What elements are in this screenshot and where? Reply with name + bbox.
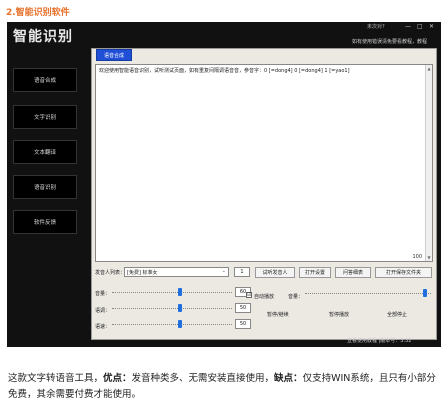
speed-value-field[interactable]: 50 <box>235 319 251 329</box>
article-heading: 2.智能识别软件 <box>6 8 70 18</box>
speed-slider[interactable] <box>112 319 232 329</box>
tutorial-button[interactable]: 问答细表 <box>335 267 371 278</box>
playback-volume-slider[interactable] <box>305 288 431 298</box>
speaker-select-value: [免费] 标准女 <box>127 270 158 276</box>
app-window: 智能识别 未次对? — □ ✕ 如有使用错误清免要看教程，教程 语音合成 文字识… <box>7 22 441 347</box>
pause-resume-button[interactable]: 暂停/继续 <box>267 311 289 318</box>
stop-all-button[interactable]: 全部停止 <box>387 311 407 318</box>
pause-playback-button[interactable]: 暂停播放 <box>329 311 349 318</box>
minimize-icon[interactable]: — <box>405 23 411 31</box>
text-input-area[interactable]: 欢迎使用智能语音识别，试听测试页面，如有重复间隔调语音音，参音字：0 [=don… <box>95 64 433 262</box>
app-title: 智能识别 <box>13 29 73 45</box>
open-settings-button[interactable]: 打开设置 <box>299 267 331 278</box>
speaker-count-field[interactable]: 1 <box>234 267 250 277</box>
pitch-value-field[interactable]: 50 <box>235 303 251 313</box>
pros-label: 优点： <box>103 373 132 384</box>
sidebar-item-speech-recognition[interactable]: 语音识别 <box>13 175 77 199</box>
speaker-list-label: 发音人列表： <box>95 270 126 276</box>
help-notice[interactable]: 如有使用错误清免要看教程，教程 <box>352 38 427 45</box>
tab-speech-synthesis[interactable]: 语音合成 <box>96 49 132 61</box>
speed-label: 语速： <box>95 324 111 330</box>
open-save-folder-button[interactable]: 打开保存文件夹 <box>375 267 432 278</box>
pitch-slider-thumb[interactable] <box>178 304 182 312</box>
volume-label: 音量： <box>95 291 111 297</box>
footer-version[interactable]: 查看使用教程 |版本号：3.32 <box>347 337 411 344</box>
auto-play-checkbox[interactable]: ☑ <box>246 292 252 298</box>
cons-label: 缺点： <box>274 373 303 384</box>
sidebar-item-speech-synthesis[interactable]: 语音合成 <box>13 68 77 92</box>
pros-text: 发音种类多、无需安装直接使用， <box>131 373 275 384</box>
scroll-down-icon[interactable]: ▼ <box>426 254 432 261</box>
volume-slider-thumb[interactable] <box>178 288 182 296</box>
volume-slider-track <box>112 292 232 293</box>
speed-slider-track <box>112 324 232 325</box>
zoom-value: 100 <box>412 254 422 260</box>
maximize-icon[interactable]: □ <box>417 23 423 31</box>
vertical-scrollbar[interactable]: ▲ ▼ <box>425 65 432 261</box>
main-panel: 语音合成 欢迎使用智能语音识别，试听测试页面，如有重复间隔调语音音，参音字：0 … <box>91 48 437 340</box>
speaker-select[interactable]: [免费] 标准女 ⌄ <box>124 267 229 277</box>
pitch-label: 语调： <box>95 308 111 314</box>
chevron-down-icon[interactable]: ⌄ <box>222 268 226 274</box>
close-icon[interactable]: ✕ <box>429 23 434 31</box>
sidebar-item-text-translation[interactable]: 文本翻译 <box>13 140 77 164</box>
sidebar-item-text-recognition[interactable]: 文字识别 <box>13 105 77 129</box>
description-intro: 这款文字转语音工具， <box>8 373 104 384</box>
playback-volume-slider-track <box>305 293 431 294</box>
playback-volume-label: 音量： <box>288 294 304 300</box>
sidebar-item-feedback[interactable]: 软件反馈 <box>13 210 77 234</box>
pitch-slider-track <box>112 308 232 309</box>
scroll-up-icon[interactable]: ▲ <box>426 65 432 72</box>
article-description: 这款文字转语音工具，优点：发音种类多、无需安装直接使用，缺点：仅支持WIN系统，… <box>8 371 438 403</box>
speed-slider-thumb[interactable] <box>178 320 182 328</box>
test-speaker-button[interactable]: 试听发音人 <box>255 267 295 278</box>
auto-play-label: 自动播放 <box>254 294 275 300</box>
text-content: 欢迎使用智能语音识别，试听测试页面，如有重复间隔调语音音，参音字：0 [=don… <box>99 68 350 74</box>
playback-volume-slider-thumb[interactable] <box>423 289 427 297</box>
pitch-slider[interactable] <box>112 303 232 313</box>
volume-slider[interactable] <box>112 287 232 297</box>
user-name[interactable]: 未次对? <box>367 23 385 30</box>
